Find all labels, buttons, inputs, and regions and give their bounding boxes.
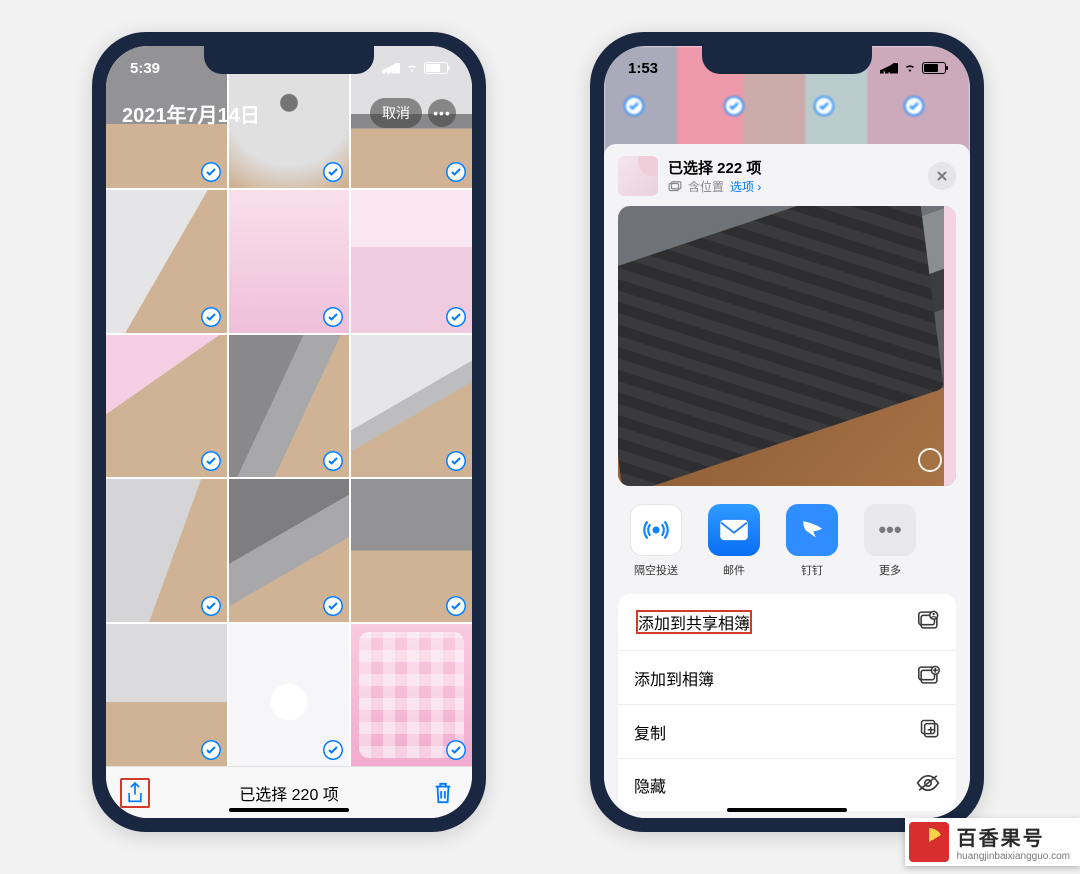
watermark-url: huangjinbaixiangguo.com	[957, 851, 1070, 862]
watermark-logo-icon	[909, 822, 949, 862]
selected-check-icon	[201, 307, 221, 327]
live-photo-ring-icon	[918, 448, 942, 472]
grid-header: 2021年7月14日 取消 •••	[106, 90, 472, 136]
add-album-icon	[918, 665, 940, 690]
photo-cell[interactable]	[106, 335, 227, 477]
signal-icon	[382, 63, 400, 74]
more-button[interactable]: •••	[428, 99, 456, 127]
status-time: 1:53	[628, 60, 658, 77]
photo-cell[interactable]	[106, 624, 227, 766]
photo-cell[interactable]	[351, 335, 472, 477]
dingtalk-icon	[786, 504, 838, 556]
trash-icon	[432, 781, 454, 805]
action-copy[interactable]: 复制	[618, 705, 956, 759]
copy-icon	[920, 719, 940, 744]
photo-stack-icon	[668, 181, 682, 193]
battery-icon	[922, 62, 946, 74]
delete-button[interactable]	[428, 778, 458, 808]
share-app-row[interactable]: 隔空投送 邮件 钉钉 ••• 更多	[604, 486, 970, 588]
watermark: 百香果号 huangjinbaixiangguo.com	[905, 818, 1080, 866]
shared-album-icon	[918, 610, 940, 635]
watermark-title: 百香果号	[957, 822, 1070, 851]
share-app-dingtalk[interactable]: 钉钉	[782, 504, 842, 578]
share-app-mail[interactable]: 邮件	[704, 504, 764, 578]
selected-check-icon	[201, 596, 221, 616]
wifi-icon	[902, 62, 918, 74]
selected-check-icon	[446, 307, 466, 327]
share-sheet-header: 已选择 222 项 含位置 选项 ›	[604, 144, 970, 206]
share-app-label: 邮件	[723, 562, 745, 578]
photo-grid[interactable]	[106, 46, 472, 766]
share-app-more[interactable]: ••• 更多	[860, 504, 920, 578]
selected-check-icon	[323, 307, 343, 327]
share-app-label: 钉钉	[801, 562, 823, 578]
action-label: 添加到共享相簿	[634, 608, 754, 636]
share-action-list: 添加到共享相簿 添加到相簿 复制 隐藏	[618, 594, 956, 811]
phone-screen-right: 1:53 已选择 222 项 含位置 选项 ›	[604, 46, 970, 818]
photo-cell[interactable]	[229, 624, 350, 766]
selected-check-icon	[724, 96, 744, 116]
photo-cell[interactable]	[106, 190, 227, 332]
airdrop-icon	[630, 504, 682, 556]
share-app-label: 隔空投送	[634, 562, 678, 578]
selected-check-icon	[201, 162, 221, 182]
photo-cell[interactable]	[229, 190, 350, 332]
close-icon	[936, 170, 948, 182]
home-indicator[interactable]	[727, 808, 847, 812]
notch	[204, 46, 374, 74]
action-hide[interactable]: 隐藏	[618, 759, 956, 811]
action-label: 添加到相簿	[634, 666, 714, 690]
sheet-options-link[interactable]: 选项 ›	[730, 178, 761, 195]
signal-icon	[880, 63, 898, 74]
photo-cell[interactable]	[351, 190, 472, 332]
selected-check-icon	[201, 740, 221, 760]
selected-check-icon	[446, 596, 466, 616]
notch	[702, 46, 872, 74]
selection-preview[interactable]	[618, 206, 956, 486]
share-button[interactable]	[120, 778, 150, 808]
mail-icon	[708, 504, 760, 556]
more-icon: •••	[864, 504, 916, 556]
selected-check-icon	[814, 96, 834, 116]
selected-check-icon	[201, 451, 221, 471]
date-title: 2021年7月14日	[122, 99, 370, 128]
photo-cell[interactable]	[106, 479, 227, 621]
phone-frame-left: 5:39 2021年7月14日 取消 ••• 已选择 220 项	[92, 32, 486, 832]
phone-frame-right: 1:53 已选择 222 项 含位置 选项 ›	[590, 32, 984, 832]
phone-screen-left: 5:39 2021年7月14日 取消 ••• 已选择 220 项	[106, 46, 472, 818]
share-sheet: 已选择 222 项 含位置 选项 ›	[604, 144, 970, 818]
selected-check-icon	[446, 740, 466, 760]
share-app-label: 更多	[879, 562, 901, 578]
selected-count-label: 已选择 220 项	[239, 781, 339, 805]
action-label: 隐藏	[634, 773, 666, 797]
photo-cell[interactable]	[351, 624, 472, 766]
share-icon	[125, 781, 145, 805]
action-add-album[interactable]: 添加到相簿	[618, 651, 956, 705]
photo-cell[interactable]	[229, 335, 350, 477]
action-add-shared-album[interactable]: 添加到共享相簿	[618, 594, 956, 651]
battery-icon	[424, 62, 448, 74]
sheet-selection-title: 已选择 222 项	[668, 157, 918, 178]
cancel-button[interactable]: 取消	[370, 98, 422, 128]
selection-thumbnail	[618, 156, 658, 196]
sheet-location-label: 含位置	[688, 178, 724, 195]
selected-check-icon	[904, 96, 924, 116]
share-app-airdrop[interactable]: 隔空投送	[626, 504, 686, 578]
home-indicator[interactable]	[229, 808, 349, 812]
hide-icon	[916, 774, 940, 797]
status-time: 5:39	[130, 60, 160, 77]
selected-check-icon	[624, 96, 644, 116]
close-button[interactable]	[928, 162, 956, 190]
wifi-icon	[404, 62, 420, 74]
action-label: 复制	[634, 720, 666, 744]
photo-cell[interactable]	[229, 479, 350, 621]
selected-check-icon	[323, 596, 343, 616]
photo-cell[interactable]	[351, 479, 472, 621]
